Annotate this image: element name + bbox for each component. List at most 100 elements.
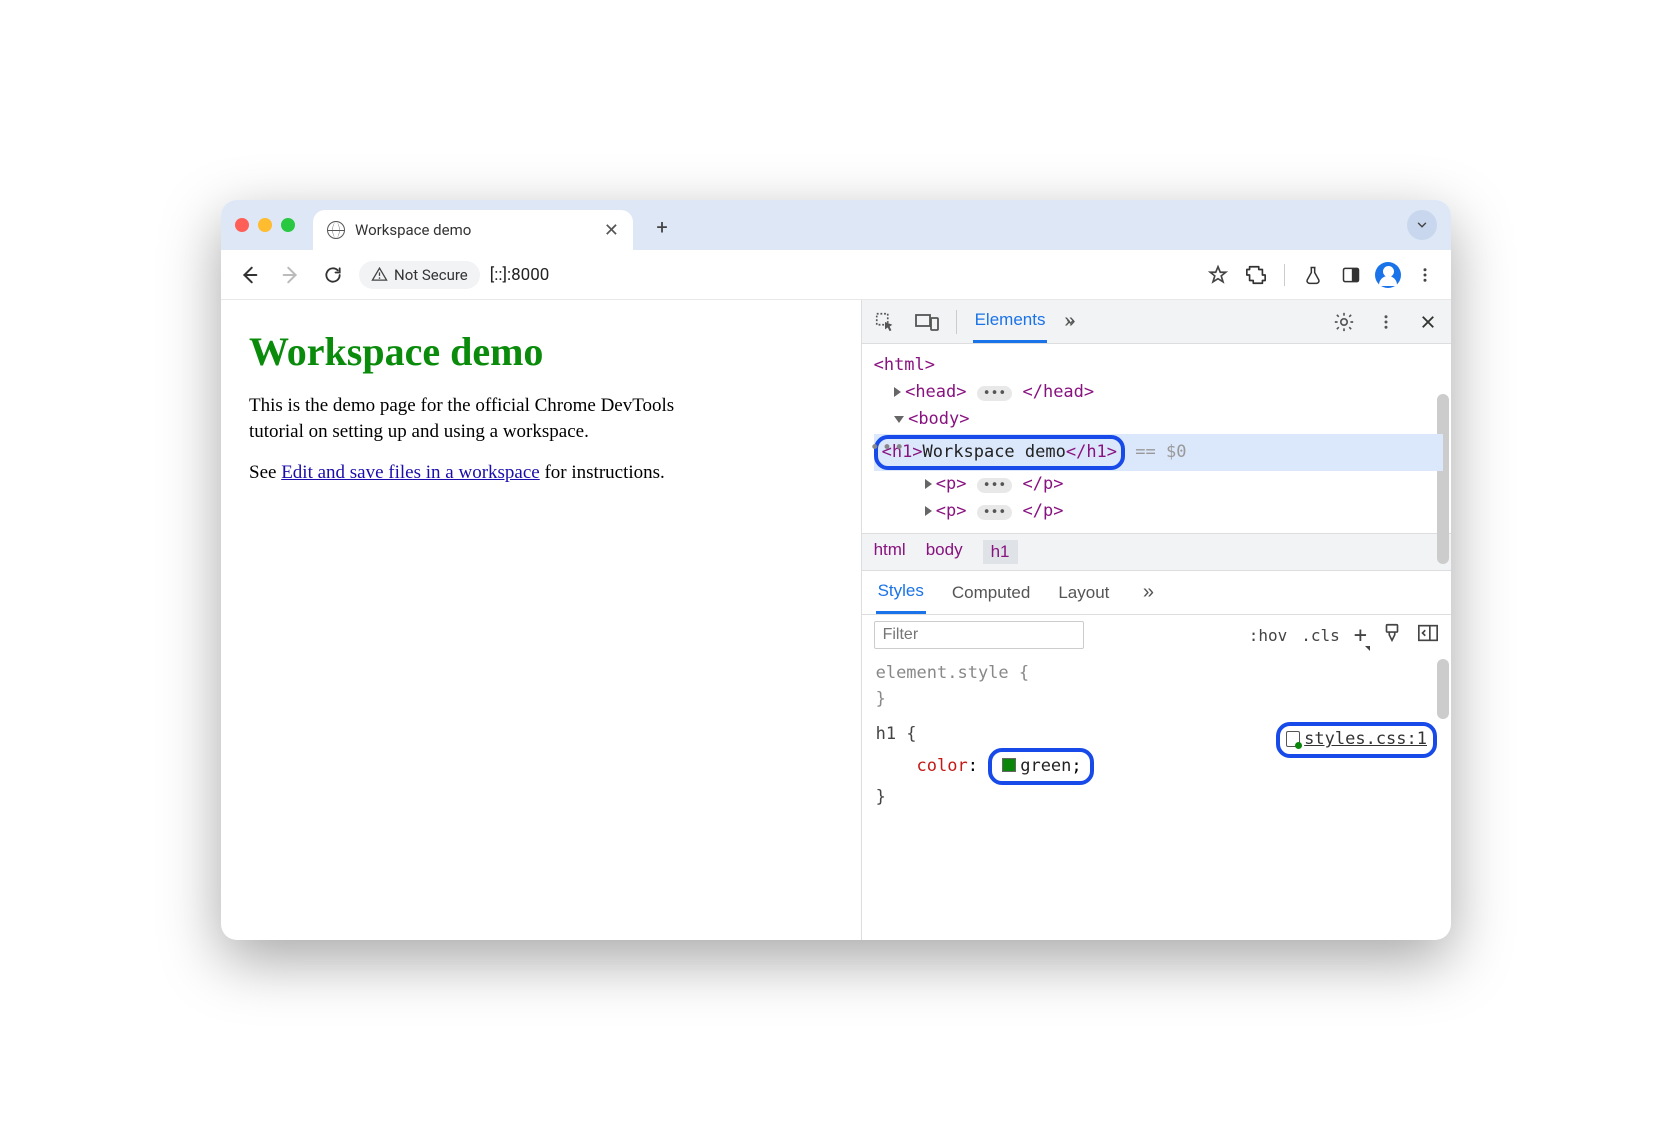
source-link[interactable]: styles.css:1	[1276, 722, 1437, 758]
devtools-menu-icon[interactable]	[1373, 309, 1399, 335]
tab-layout[interactable]: Layout	[1056, 573, 1111, 613]
h1-rule-row[interactable]: h1 { styles.css:1	[876, 722, 1437, 748]
tab-strip: Workspace demo ✕ +	[221, 200, 1451, 250]
dom-head-open[interactable]: <head>	[905, 382, 966, 402]
expand-head-icon[interactable]	[894, 387, 901, 397]
inspect-element-icon[interactable]	[872, 309, 898, 335]
tab-overflow-button[interactable]	[1407, 210, 1437, 240]
styles-filter-input[interactable]	[874, 621, 1084, 649]
dom-p2-close: </p>	[1022, 501, 1063, 521]
chrome-menu-button[interactable]	[1411, 261, 1439, 289]
hov-button[interactable]: :hov	[1249, 626, 1288, 645]
para2-suffix: for instructions.	[540, 462, 665, 483]
dom-scrollbar[interactable]	[1437, 394, 1449, 564]
h1-selector: h1 {	[876, 724, 917, 744]
new-tab-button[interactable]: +	[647, 212, 677, 242]
dom-h1-text: Workspace demo	[923, 442, 1066, 462]
cls-button[interactable]: .cls	[1301, 626, 1340, 645]
breadcrumb-html[interactable]: html	[874, 540, 906, 564]
ellipsis-icon[interactable]: •••	[977, 478, 1012, 493]
css-prop-color: color	[917, 756, 968, 776]
workspace-tutorial-link[interactable]: Edit and save files in a workspace	[281, 462, 540, 483]
devtools-separator	[956, 310, 957, 334]
dom-p1-open[interactable]: <p>	[936, 474, 967, 494]
dom-p2-open[interactable]: <p>	[936, 501, 967, 521]
color-swatch-icon[interactable]	[1002, 758, 1016, 772]
dom-breadcrumb: html body h1	[862, 533, 1451, 571]
tab-title: Workspace demo	[355, 221, 594, 239]
browser-window: Workspace demo ✕ + Not Secure [::]:8000	[221, 200, 1451, 940]
window-controls	[235, 218, 295, 232]
styles-body[interactable]: element.style { } h1 { styles.css:1 colo…	[862, 655, 1451, 817]
breadcrumb-h1[interactable]: h1	[983, 540, 1018, 564]
dom-tree[interactable]: <html> <head> ••• </head> <body> ••• <h1…	[862, 344, 1451, 533]
dom-p1-close: </p>	[1022, 474, 1063, 494]
chevron-down-icon	[1415, 218, 1429, 232]
paint-flashing-icon[interactable]	[1381, 622, 1403, 648]
page-heading: Workspace demo	[249, 328, 833, 375]
more-styles-tabs-icon[interactable]: »	[1135, 580, 1161, 606]
dom-selected-row[interactable]: ••• <h1>Workspace demo</h1> == $0	[874, 434, 1443, 471]
side-panel-icon[interactable]	[1337, 261, 1365, 289]
content-area: Workspace demo This is the demo page for…	[221, 300, 1451, 940]
new-style-rule-button[interactable]: +	[1354, 623, 1367, 648]
element-style-open[interactable]: element.style {	[876, 661, 1437, 687]
security-label: Not Secure	[394, 266, 468, 284]
styles-toolbar: :hov .cls +	[862, 615, 1451, 655]
expand-p2-icon[interactable]	[925, 506, 932, 516]
labs-icon[interactable]	[1299, 261, 1327, 289]
minimize-window-button[interactable]	[258, 218, 272, 232]
color-value-highlight: green;	[988, 748, 1093, 786]
devtools-panel: Elements » <html>	[861, 300, 1451, 940]
tab-elements[interactable]: Elements	[973, 300, 1048, 343]
profile-avatar[interactable]	[1375, 262, 1401, 288]
more-tabs-icon[interactable]: »	[1063, 309, 1089, 335]
dom-body-open[interactable]: <body>	[908, 409, 969, 429]
tab-styles[interactable]: Styles	[876, 571, 926, 614]
page-paragraph-2: See Edit and save files in a workspace f…	[249, 460, 729, 486]
maximize-window-button[interactable]	[281, 218, 295, 232]
rendered-page: Workspace demo This is the demo page for…	[221, 300, 861, 940]
breadcrumb-body[interactable]: body	[926, 540, 963, 564]
h1-highlight: <h1>Workspace demo</h1>	[874, 435, 1125, 470]
file-icon	[1286, 731, 1300, 747]
source-link-text: styles.css:1	[1304, 729, 1427, 749]
warning-icon	[371, 266, 388, 283]
device-toolbar-icon[interactable]	[914, 309, 940, 335]
devtools-settings-icon[interactable]	[1331, 309, 1357, 335]
address-bar[interactable]: Not Secure [::]:8000	[359, 261, 1232, 289]
bookmark-star-icon[interactable]	[1204, 261, 1232, 289]
browser-toolbar: Not Secure [::]:8000	[221, 250, 1451, 300]
security-chip[interactable]: Not Secure	[359, 261, 480, 289]
ellipsis-icon[interactable]: •••	[977, 505, 1012, 520]
expand-p1-icon[interactable]	[925, 479, 932, 489]
globe-icon	[327, 221, 345, 239]
dom-html-open[interactable]: <html>	[874, 355, 935, 375]
h1-rule-close: }	[876, 785, 1437, 811]
ellipsis-icon[interactable]: •••	[977, 386, 1012, 401]
row-actions-icon[interactable]: •••	[870, 435, 907, 462]
tab-computed[interactable]: Computed	[950, 573, 1032, 613]
eq0-indicator: == $0	[1135, 442, 1186, 462]
devtools-close-icon[interactable]	[1415, 309, 1441, 335]
toolbar-divider	[1284, 264, 1285, 286]
element-style-close: }	[876, 687, 1437, 713]
extensions-icon[interactable]	[1242, 261, 1270, 289]
browser-tab[interactable]: Workspace demo ✕	[313, 210, 633, 250]
reload-button[interactable]	[317, 259, 349, 291]
forward-button[interactable]	[275, 259, 307, 291]
dom-head-close: </head>	[1022, 382, 1094, 402]
dom-h1-close: </h1>	[1066, 442, 1117, 462]
collapse-body-icon[interactable]	[894, 416, 904, 423]
css-value-green: green	[1020, 756, 1071, 776]
page-paragraph-1: This is the demo page for the official C…	[249, 393, 729, 444]
styles-tabbar: Styles Computed Layout »	[862, 571, 1451, 615]
close-tab-icon[interactable]: ✕	[604, 220, 619, 241]
devtools-tabbar: Elements »	[862, 300, 1451, 344]
url-text: [::]:8000	[490, 265, 550, 285]
styles-scrollbar[interactable]	[1437, 659, 1449, 719]
toggle-sidebar-icon[interactable]	[1417, 623, 1439, 647]
close-window-button[interactable]	[235, 218, 249, 232]
para2-prefix: See	[249, 462, 281, 483]
back-button[interactable]	[233, 259, 265, 291]
